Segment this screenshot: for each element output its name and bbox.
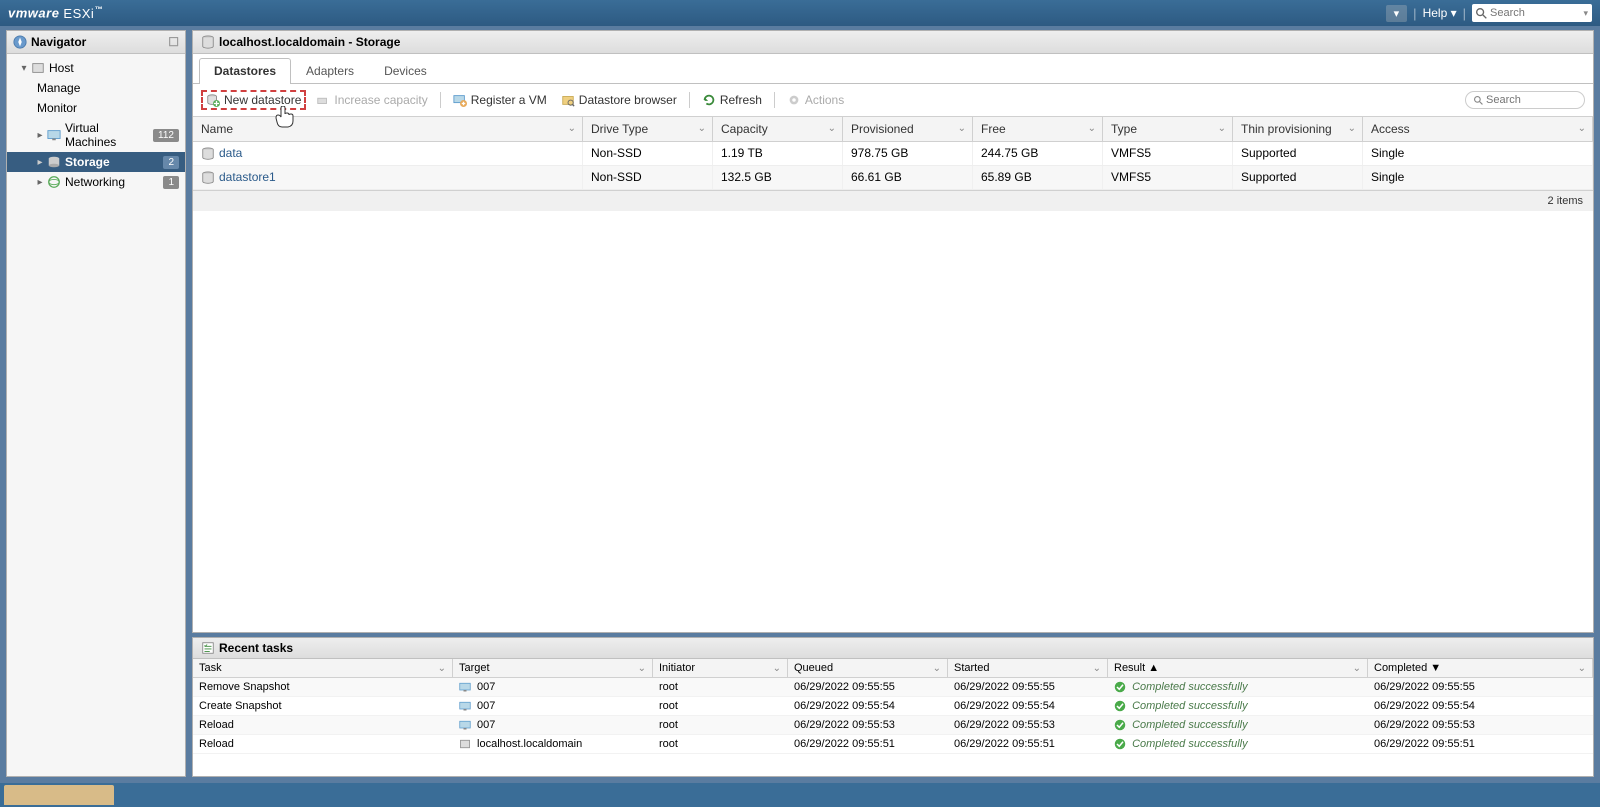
datastore-link[interactable]: data: [219, 146, 242, 160]
tcol-task[interactable]: Task⌄: [193, 659, 453, 677]
task-row[interactable]: Remove Snapshot 007root06/29/2022 09:55:…: [193, 678, 1593, 697]
grid-search[interactable]: [1465, 91, 1585, 109]
new-datastore-button[interactable]: New datastore: [201, 90, 306, 110]
storage-count-badge: 2: [163, 156, 179, 169]
panel-title: localhost.localdomain - Storage: [193, 31, 1593, 54]
vm-icon: [47, 128, 61, 142]
nav-virtual-machines[interactable]: ▸ Virtual Machines 112: [7, 118, 185, 152]
browse-icon: [561, 93, 575, 107]
vm-count-badge: 112: [153, 129, 179, 142]
global-search-input[interactable]: [1490, 7, 1570, 19]
task-row[interactable]: Create Snapshot 007root06/29/2022 09:55:…: [193, 697, 1593, 716]
col-free[interactable]: Free⌄: [973, 117, 1103, 141]
grid-footer: 2 items: [193, 190, 1593, 211]
recent-tasks-panel: Recent tasks Task⌄ Target⌄ Initiator⌄ Qu…: [192, 637, 1594, 777]
recent-tasks-title: Recent tasks: [193, 638, 1593, 659]
nav-monitor[interactable]: Monitor: [7, 98, 185, 118]
grid-search-input[interactable]: [1486, 94, 1576, 106]
nav-storage[interactable]: ▸ Storage 2: [7, 152, 185, 172]
logo: vmwareESXi™: [8, 5, 103, 20]
tcol-queued[interactable]: Queued⌄: [788, 659, 948, 677]
task-row[interactable]: Reload 007root06/29/2022 09:55:5306/29/2…: [193, 716, 1593, 735]
tcol-initiator[interactable]: Initiator⌄: [653, 659, 788, 677]
tcol-result[interactable]: Result ▲⌄: [1108, 659, 1368, 677]
tab-devices[interactable]: Devices: [369, 58, 442, 83]
col-access[interactable]: Access⌄: [1363, 117, 1593, 141]
datastore-link[interactable]: datastore1: [219, 170, 276, 184]
topbar: vmwareESXi™ ▾ | Help ▾ | ▾: [0, 0, 1600, 26]
col-name[interactable]: Name⌄: [193, 117, 583, 141]
increase-capacity-icon: [316, 93, 330, 107]
bottombar-tab[interactable]: [4, 785, 114, 805]
datastore-row[interactable]: datastore1Non-SSD132.5 GB66.61 GB65.89 G…: [193, 166, 1593, 190]
col-capacity[interactable]: Capacity⌄: [713, 117, 843, 141]
navigator-title: Navigator ☐: [7, 31, 185, 54]
search-icon: [1474, 95, 1483, 106]
host-icon: [31, 61, 45, 75]
toolbar: New datastore Increase capacity Register…: [193, 84, 1593, 116]
datastore-row[interactable]: dataNon-SSD1.19 TB978.75 GB244.75 GBVMFS…: [193, 142, 1593, 166]
tcol-target[interactable]: Target⌄: [453, 659, 653, 677]
tabs: Datastores Adapters Devices: [193, 54, 1593, 84]
col-drive-type[interactable]: Drive Type⌄: [583, 117, 713, 141]
global-search[interactable]: ▾: [1472, 4, 1592, 22]
actions-button: Actions: [783, 91, 848, 109]
tcol-completed[interactable]: Completed ▼⌄: [1368, 659, 1593, 677]
nav-networking[interactable]: ▸ Networking 1: [7, 172, 185, 192]
datastores-grid: Name⌄ Drive Type⌄ Capacity⌄ Provisioned⌄…: [193, 116, 1593, 632]
col-provisioned[interactable]: Provisioned⌄: [843, 117, 973, 141]
tasks-icon: [201, 641, 215, 655]
storage-icon: [47, 155, 61, 169]
help-menu[interactable]: Help ▾: [1423, 6, 1457, 20]
tcol-started[interactable]: Started⌄: [948, 659, 1108, 677]
navigator-panel: Navigator ☐ ▾ Host Manage Monitor ▸ Virt…: [6, 30, 186, 777]
user-menu[interactable]: ▾: [1386, 5, 1408, 22]
refresh-button[interactable]: Refresh: [698, 91, 766, 109]
register-vm-button[interactable]: Register a VM: [449, 91, 551, 109]
datastore-browser-button[interactable]: Datastore browser: [557, 91, 681, 109]
compass-icon: [13, 35, 27, 49]
gear-icon: [787, 93, 801, 107]
datastore-icon: [201, 35, 215, 49]
network-icon: [47, 175, 61, 189]
search-icon: [1476, 8, 1487, 19]
register-vm-icon: [453, 93, 467, 107]
bottombar: [0, 783, 1600, 807]
nav-host[interactable]: ▾ Host: [7, 58, 185, 78]
main-panel: localhost.localdomain - Storage Datastor…: [192, 30, 1594, 633]
tab-adapters[interactable]: Adapters: [291, 58, 369, 83]
task-row[interactable]: Reload localhost.localdomainroot06/29/20…: [193, 735, 1593, 754]
refresh-icon: [702, 93, 716, 107]
col-type[interactable]: Type⌄: [1103, 117, 1233, 141]
increase-capacity-button: Increase capacity: [312, 91, 431, 109]
new-datastore-icon: [206, 93, 220, 107]
tab-datastores[interactable]: Datastores: [199, 58, 291, 84]
col-thin[interactable]: Thin provisioning⌄: [1233, 117, 1363, 141]
nav-manage[interactable]: Manage: [7, 78, 185, 98]
networking-count-badge: 1: [163, 176, 179, 189]
